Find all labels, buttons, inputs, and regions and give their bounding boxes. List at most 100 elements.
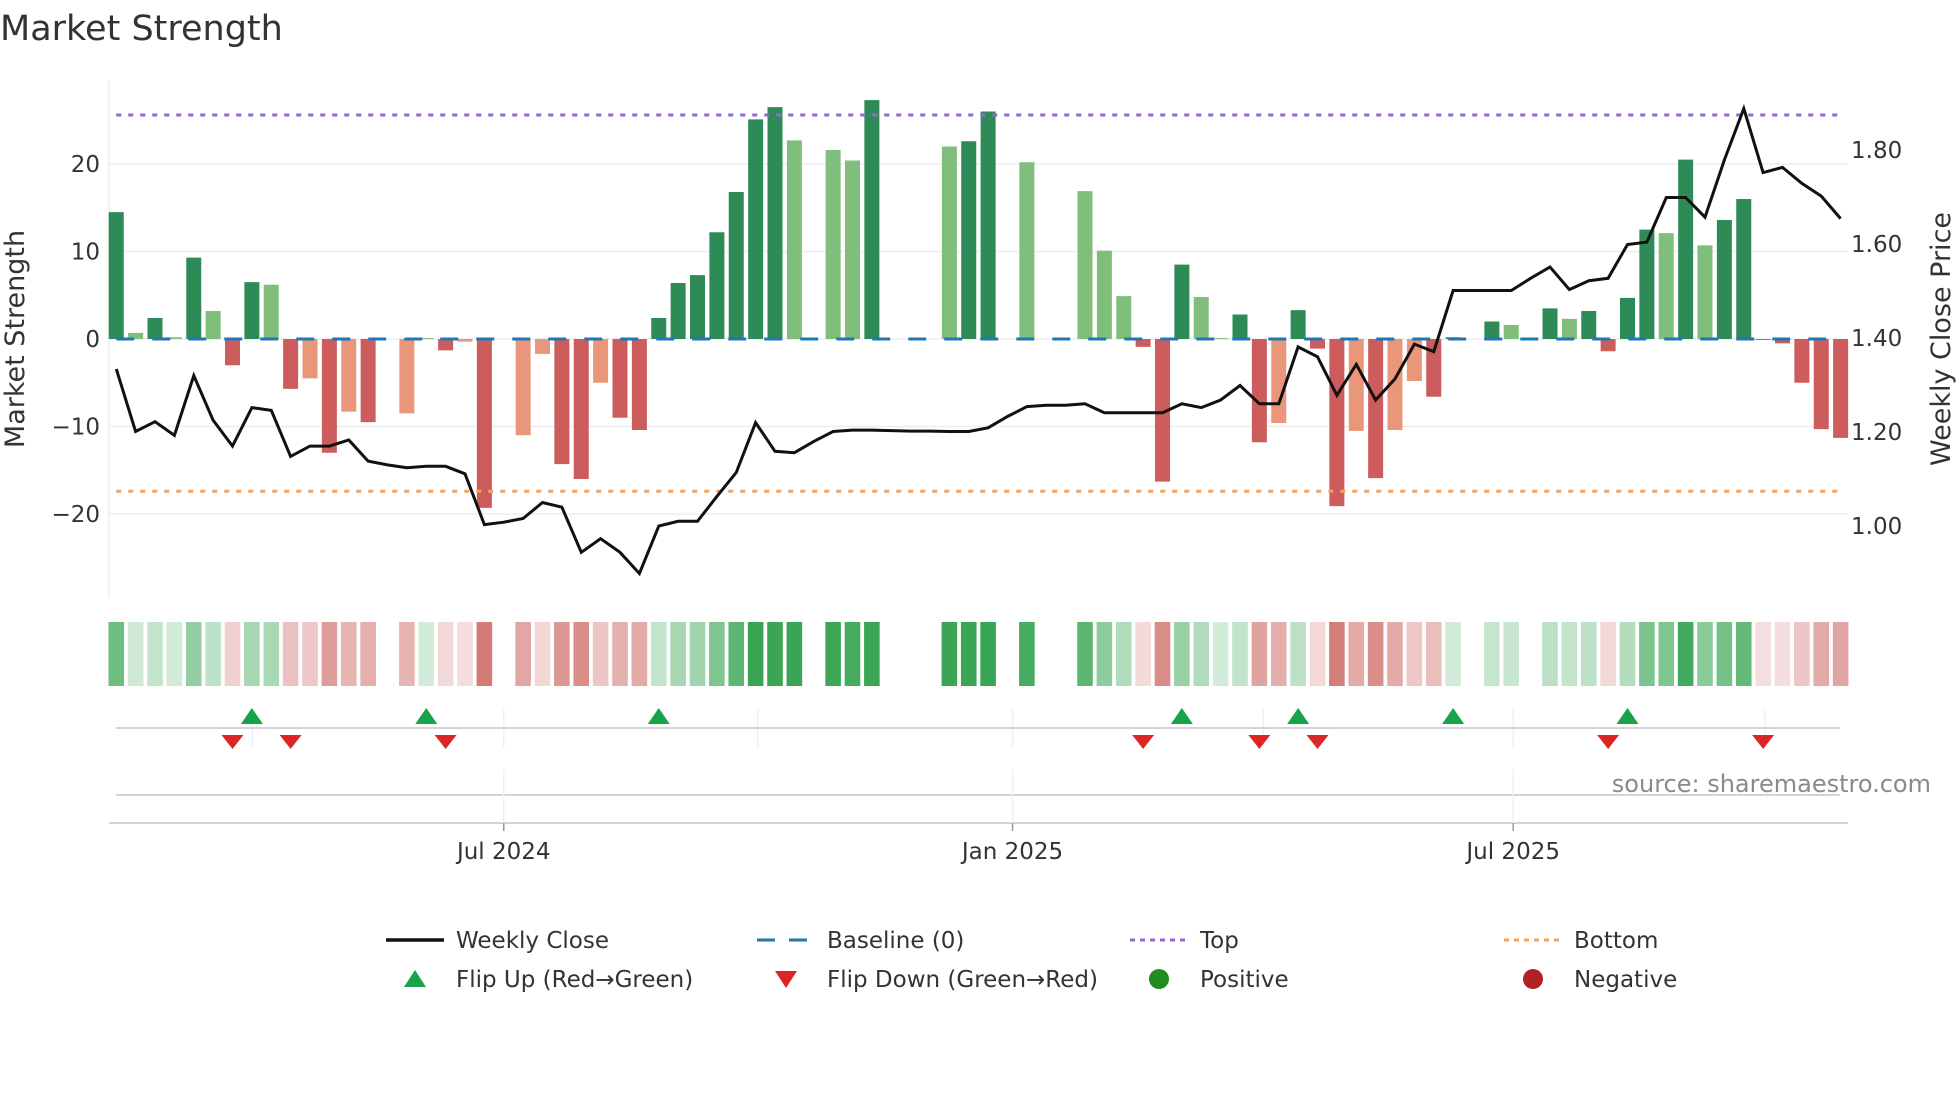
strength-cell — [321, 622, 338, 686]
strength-bar — [1639, 229, 1655, 339]
strength-bar — [612, 339, 628, 418]
strength-cell — [1251, 622, 1268, 686]
y-tick-label: −10 — [51, 415, 100, 441]
strength-bar — [1213, 338, 1229, 340]
strength-cell — [127, 622, 144, 686]
strength-cell — [1697, 622, 1713, 686]
strength-cell — [1329, 622, 1345, 686]
strength-bar — [476, 339, 492, 508]
strength-cell — [592, 622, 609, 686]
y-right-tick-label: 1.00 — [1851, 514, 1902, 540]
strength-cell — [650, 622, 667, 686]
strength-bar — [825, 150, 841, 339]
flip-up-marker — [1616, 708, 1639, 724]
strength-cell — [1484, 622, 1500, 686]
strength-bar — [1116, 296, 1132, 339]
legend-label: Flip Up (Red→Green) — [456, 967, 693, 993]
strength-bar — [670, 283, 686, 339]
strength-cell — [825, 622, 841, 686]
strength-cell — [515, 622, 531, 686]
strength-cell — [631, 622, 648, 686]
flip-down-marker — [1597, 735, 1620, 749]
strength-cell — [1367, 622, 1384, 686]
y-tick-label: −20 — [51, 502, 100, 528]
legend: Weekly Close Baseline (0) Top Bottom Flip Up… — [386, 928, 1677, 993]
chart-title: Market Strength — [0, 9, 283, 49]
flip-up-marker — [1170, 708, 1193, 724]
strength-bar — [554, 339, 570, 465]
y-right-tick-label: 1.80 — [1851, 138, 1902, 164]
flip-up-marker — [1442, 708, 1465, 724]
y-right-tick-label: 1.20 — [1851, 420, 1902, 446]
strength-cell — [1135, 622, 1151, 686]
strength-bar — [1019, 162, 1035, 339]
strength-cell — [166, 622, 183, 686]
strength-bar — [1736, 199, 1752, 339]
strength-cell — [612, 622, 628, 686]
strength-cell — [282, 622, 299, 686]
flip-down-marker — [434, 735, 457, 749]
strength-cell — [1077, 622, 1093, 686]
strength-cell — [205, 622, 221, 686]
strength-bar — [980, 111, 996, 339]
strength-cell — [108, 622, 125, 686]
strength-cell — [1580, 622, 1597, 686]
strength-bar — [438, 339, 454, 351]
strength-cell — [670, 622, 686, 686]
flip-up-legend-icon — [404, 970, 426, 987]
strength-bar — [515, 339, 531, 436]
strength-cell — [864, 622, 880, 686]
strength-bar — [1755, 339, 1771, 340]
flip-up-marker — [1287, 708, 1310, 724]
strength-bar — [457, 339, 473, 342]
y-tick-label: 20 — [71, 152, 100, 178]
strength-cell — [1813, 622, 1830, 686]
strength-bar — [1232, 314, 1248, 339]
strength-cell — [960, 622, 977, 686]
strength-bar — [535, 339, 550, 354]
strength-cell — [302, 622, 318, 686]
strength-bar — [1678, 159, 1694, 339]
strength-cell — [1794, 622, 1810, 686]
negative-legend-icon — [1523, 969, 1543, 989]
strength-cell — [1019, 622, 1035, 686]
strength-cell — [1193, 622, 1210, 686]
legend-label: Negative — [1574, 967, 1677, 993]
strength-bar — [1096, 250, 1112, 339]
x-tick-label: Jul 2025 — [1464, 839, 1560, 865]
strength-cell — [1639, 622, 1655, 686]
flip-up-marker — [647, 708, 670, 724]
strength-bar — [263, 284, 279, 339]
strength-cell — [554, 622, 570, 686]
x-tick-label: Jul 2024 — [455, 839, 551, 865]
strength-bar — [1697, 245, 1713, 339]
strength-bar — [283, 339, 299, 389]
y-tick-label: 0 — [85, 327, 100, 353]
strength-bar — [651, 318, 667, 339]
strength-bar — [205, 311, 221, 339]
strength-cell — [728, 622, 745, 686]
strength-bar — [709, 232, 725, 339]
strength-cell — [941, 622, 958, 686]
flip-up-marker — [415, 708, 438, 724]
strength-cell — [689, 622, 706, 686]
strength-cell — [1542, 622, 1558, 686]
strength-bar — [1600, 339, 1616, 352]
y-axis-label-left: Market Strength — [0, 230, 31, 448]
strength-cell — [1154, 622, 1171, 686]
strength-bar — [147, 318, 163, 339]
strength-cell — [1716, 622, 1733, 686]
flip-down-marker — [1306, 735, 1329, 749]
strength-cell — [1619, 622, 1636, 686]
y-right-tick-label: 1.60 — [1851, 232, 1902, 258]
strength-cell — [399, 622, 415, 686]
strength-bar — [864, 100, 880, 339]
flip-down-marker — [221, 735, 244, 749]
strength-cell — [1600, 622, 1616, 686]
legend-label: Top — [1199, 928, 1239, 954]
strength-cell — [534, 622, 551, 686]
y-axis-label-right: Weekly Close Price — [1926, 212, 1957, 466]
source-credit: source: sharemaestro.com — [1612, 770, 1931, 798]
strength-cell — [1406, 622, 1423, 686]
strength-bar — [1193, 297, 1209, 339]
